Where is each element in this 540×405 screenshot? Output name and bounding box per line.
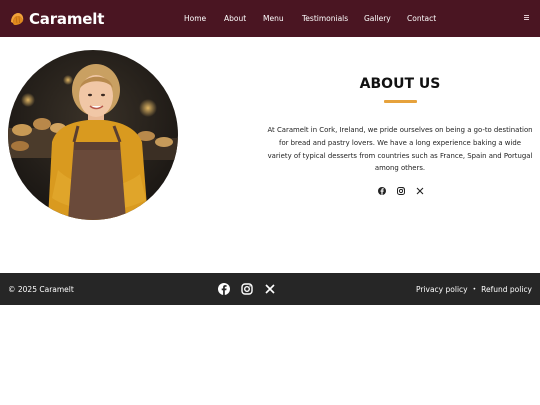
nav-home[interactable]: Home [184,14,206,23]
about-title: ABOUT US [359,76,441,92]
site-footer: © 2025 Caramelt Privacy policy • Refund … [0,273,540,305]
nav-contact[interactable]: Contact [407,14,436,23]
nav-menu[interactable]: Menu [263,14,284,23]
facebook-icon[interactable] [377,186,387,196]
instagram-icon[interactable] [396,186,406,196]
site-header: Caramelt Home About Menu Testimonials Ga… [0,0,540,37]
nav-testimonials[interactable]: Testimonials [302,14,348,23]
nav-gallery[interactable]: Gallery [364,14,391,23]
facebook-icon[interactable] [217,282,231,296]
privacy-policy-link[interactable]: Privacy policy [416,285,468,294]
baker-photo [8,50,178,220]
nav-about[interactable]: About [224,14,246,23]
x-icon[interactable] [415,186,425,196]
main-nav: Home About Menu Testimonials Gallery Con… [0,0,540,37]
link-separator: • [472,286,477,293]
footer-links: Privacy policy • Refund policy [416,285,532,294]
instagram-icon[interactable] [240,282,254,296]
hamburger-icon[interactable] [523,14,531,22]
about-social-links [376,186,426,198]
title-underline [384,100,417,103]
copyright-text: © 2025 Caramelt [8,285,74,294]
refund-policy-link[interactable]: Refund policy [481,285,532,294]
x-icon[interactable] [263,282,277,296]
about-paragraph: At Caramelt in Cork, Ireland, we pride o… [267,126,533,173]
